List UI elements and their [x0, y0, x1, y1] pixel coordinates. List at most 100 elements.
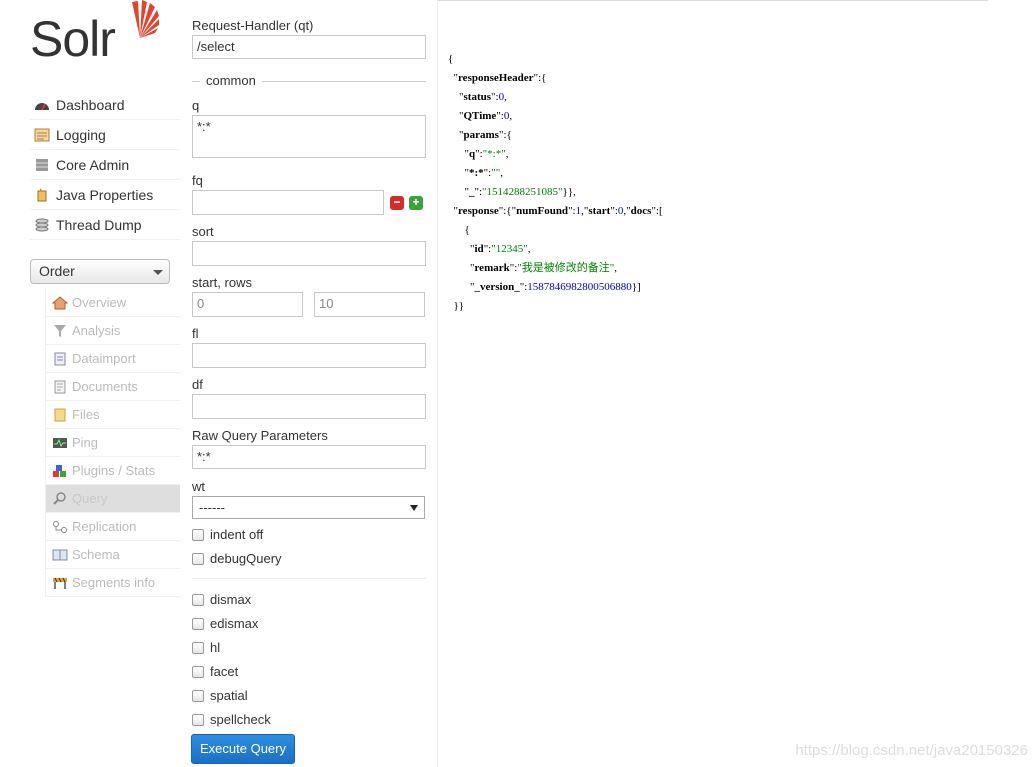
logging-icon — [34, 128, 50, 141]
sort-label: sort — [192, 224, 214, 239]
overview-icon — [52, 295, 68, 309]
rows-input[interactable]: 10 — [314, 292, 425, 317]
core-item-documents[interactable]: Documents — [46, 373, 180, 401]
doc-id-value: 12345 — [495, 243, 524, 255]
indent-checkbox[interactable] — [192, 528, 204, 541]
spellcheck-label: spellcheck — [210, 712, 271, 727]
raw-params-input[interactable]: *:* — [192, 445, 426, 469]
edismax-label: edismax — [210, 616, 259, 631]
hl-option[interactable]: hl — [192, 640, 220, 655]
core-item-label: Files — [72, 407, 100, 422]
sidebar: Solr Dashboard Logging Core Admin Java P… — [0, 0, 180, 767]
sort-input[interactable] — [192, 241, 426, 266]
nav-java-properties[interactable]: Java Properties — [30, 180, 180, 210]
qt-input[interactable]: /select — [192, 35, 426, 59]
remove-fq-button[interactable]: − — [390, 196, 404, 210]
fl-label: fl — [192, 326, 199, 341]
nav-thread-dump[interactable]: Thread Dump — [30, 210, 180, 240]
core-item-label: Schema — [72, 547, 120, 562]
spatial-checkbox[interactable] — [192, 689, 204, 702]
debug-option[interactable]: debugQuery — [192, 551, 282, 566]
facet-option[interactable]: facet — [192, 664, 238, 679]
core-item-overview[interactable]: Overview — [46, 289, 180, 317]
fl-input[interactable] — [192, 343, 426, 368]
nav-label: Core Admin — [56, 156, 130, 173]
df-label: df — [192, 377, 203, 392]
execute-query-button[interactable]: Execute Query — [191, 734, 295, 764]
param-q-value: *:* — [487, 148, 502, 160]
core-item-replication[interactable]: Replication — [46, 513, 180, 541]
analysis-icon — [54, 324, 66, 337]
wt-label: wt — [192, 479, 205, 494]
core-item-label: Ping — [72, 435, 99, 450]
files-icon — [54, 408, 66, 421]
edismax-option[interactable]: edismax — [192, 616, 258, 631]
hl-checkbox[interactable] — [192, 641, 204, 654]
core-item-schema[interactable]: Schema — [46, 541, 180, 569]
core-item-segments-info[interactable]: Segments info — [46, 569, 180, 597]
json-line: "remark":"我是被修改的备注", — [448, 262, 618, 274]
indent-option[interactable]: indent off — [192, 527, 263, 542]
q-textarea[interactable]: *:* — [192, 115, 426, 158]
common-legend: common — [200, 73, 262, 88]
fq-input[interactable] — [192, 190, 384, 215]
param-underscore-value: 1514288251085 — [486, 186, 559, 198]
wt-select-value: ------ — [199, 500, 225, 515]
core-selector[interactable]: Order — [30, 259, 170, 284]
core-item-label: Overview — [72, 295, 127, 310]
start-input[interactable]: 0 — [192, 292, 303, 317]
core-item-ping[interactable]: Ping — [46, 429, 180, 457]
solr-logo[interactable]: Solr — [30, 0, 160, 70]
spatial-option[interactable]: spatial — [192, 688, 248, 703]
replication-icon — [53, 520, 67, 533]
core-item-plugins-stats[interactable]: Plugins / Stats — [46, 457, 180, 485]
json-line: { — [448, 224, 470, 236]
core-menu: Overview Analysis Dataimport Documents F… — [45, 289, 180, 597]
df-input[interactable] — [192, 394, 426, 419]
nav-logging[interactable]: Logging — [30, 120, 180, 150]
top-border — [438, 0, 988, 1]
core-item-dataimport[interactable]: Dataimport — [46, 345, 180, 373]
query-icon — [53, 491, 66, 505]
core-item-label: Documents — [72, 379, 138, 394]
core-item-files[interactable]: Files — [46, 401, 180, 429]
java-properties-icon — [37, 188, 47, 201]
add-fq-button[interactable]: + — [409, 196, 423, 210]
json-line: "params":{ — [448, 129, 512, 141]
json-line: "_version_":1587846982800506880}] — [448, 281, 641, 293]
doc-version-value: 1587846982800506880 — [527, 281, 632, 293]
core-item-label: Analysis — [72, 323, 121, 338]
json-line: "responseHeader":{ — [448, 72, 547, 84]
ping-icon — [53, 437, 67, 448]
json-line: "QTime":0, — [448, 110, 513, 122]
hl-label: hl — [210, 640, 221, 655]
qt-label: Request-Handler (qt) — [192, 18, 314, 33]
debug-query-label: debugQuery — [210, 551, 282, 566]
spellcheck-option[interactable]: spellcheck — [192, 712, 271, 727]
facet-checkbox[interactable] — [192, 665, 204, 678]
wt-select[interactable]: ------ — [192, 496, 425, 519]
fq-label: fq — [192, 173, 203, 188]
debug-query-checkbox[interactable] — [192, 552, 204, 565]
response-output: { "responseHeader":{ "status":0, "QTime"… — [448, 50, 663, 316]
spellcheck-checkbox[interactable] — [192, 713, 204, 726]
json-line: { — [448, 53, 454, 65]
core-item-query[interactable]: Query — [46, 485, 180, 513]
start-rows-label: start, rows — [192, 275, 252, 290]
core-item-label: Dataimport — [72, 351, 136, 366]
core-item-analysis[interactable]: Analysis — [46, 317, 180, 345]
json-line: "*:*":"", — [448, 167, 503, 179]
json-line: "q":"*:*", — [448, 148, 509, 160]
nav-label: Java Properties — [56, 186, 154, 203]
nav-core-admin[interactable]: Core Admin — [30, 150, 180, 180]
dismax-checkbox[interactable] — [192, 593, 204, 606]
dataimport-icon — [54, 352, 66, 365]
json-line: "status":0, — [448, 91, 507, 103]
dismax-option[interactable]: dismax — [192, 592, 251, 607]
nav-dashboard[interactable]: Dashboard — [30, 90, 180, 120]
core-item-label: Query — [72, 491, 108, 506]
json-line: }} — [448, 300, 465, 312]
edismax-checkbox[interactable] — [192, 617, 204, 630]
json-line: "id":"12345", — [448, 243, 531, 255]
dismax-label: dismax — [210, 592, 252, 607]
